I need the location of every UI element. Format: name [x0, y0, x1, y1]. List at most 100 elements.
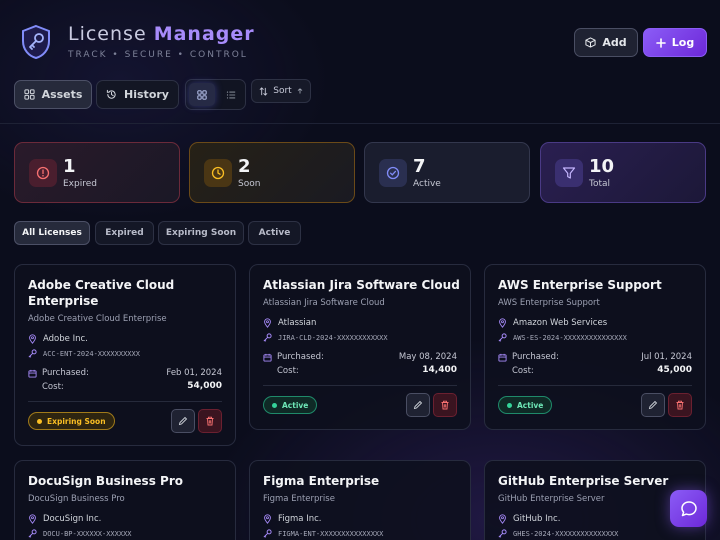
- license-key: JIRA-CLD-2024-XXXXXXXXXXXX: [263, 333, 388, 342]
- license-key-value: AWS-ES-2024-XXXXXXXXXXXXXXX: [513, 333, 627, 342]
- trash-icon: [441, 400, 449, 410]
- status-badge: Active: [263, 396, 318, 414]
- stat-expired-label: Expired: [63, 179, 97, 189]
- shield-key-icon: [22, 24, 50, 60]
- clock-icon: [204, 159, 232, 187]
- license-vendor-name: Amazon Web Services: [513, 318, 608, 328]
- cost-value: 54,000: [187, 381, 222, 391]
- location-pin-icon: [29, 514, 36, 524]
- license-card[interactable]: DocuSign Business Pro DocuSign Business …: [14, 460, 236, 540]
- edit-button[interactable]: [171, 409, 195, 433]
- tab-assets[interactable]: Assets: [14, 80, 92, 109]
- chat-bubble-icon: [680, 500, 697, 516]
- stat-active-value: 7: [413, 156, 426, 177]
- license-key-value: DOCU-BP-XXXXXX-XXXXXX: [43, 529, 132, 538]
- edit-button[interactable]: [641, 393, 665, 417]
- license-title: AWS Enterprise Support: [498, 278, 662, 292]
- calendar-icon: [28, 369, 37, 378]
- license-card[interactable]: Adobe Creative Cloud Enterprise Adobe Cr…: [14, 264, 236, 446]
- key-icon: [263, 529, 272, 538]
- license-key-value: GHES-2024-XXXXXXXXXXXXXXX: [513, 529, 619, 538]
- filter-all-licenses[interactable]: All Licenses: [14, 221, 90, 245]
- list-view-button[interactable]: [218, 83, 244, 106]
- list-icon: [226, 91, 236, 98]
- box-icon: [585, 37, 596, 48]
- sort-icon: [259, 86, 268, 96]
- tab-history[interactable]: History: [96, 80, 179, 109]
- status-badge: Expiring Soon: [28, 412, 115, 430]
- arrow-up-icon: [297, 88, 303, 94]
- key-icon: [263, 333, 272, 342]
- plus-icon: [655, 37, 666, 48]
- trash-icon: [206, 416, 214, 426]
- license-key: FIGMA-ENT-XXXXXXXXXXXXXXX: [263, 529, 383, 538]
- pencil-icon: [413, 400, 423, 410]
- license-vendor: GitHub Inc.: [498, 514, 560, 524]
- log-button[interactable]: Log: [643, 28, 707, 57]
- license-card[interactable]: Atlassian Jira Software Cloud Atlassian …: [249, 264, 471, 430]
- license-title: Atlassian Jira Software Cloud: [263, 278, 460, 292]
- license-vendor-name: Figma Inc.: [278, 514, 322, 524]
- filter-expiring-soon[interactable]: Expiring Soon: [158, 221, 244, 245]
- stat-card-active[interactable]: 7 Active: [364, 142, 530, 203]
- stat-total-label: Total: [589, 179, 611, 189]
- stat-total-value: 10: [589, 156, 615, 177]
- stat-soon-label: Soon: [238, 179, 261, 189]
- license-vendor-name: GitHub Inc.: [513, 514, 561, 524]
- stat-card-soon[interactable]: 2 Soon: [189, 142, 355, 203]
- license-title: GitHub Enterprise Server: [498, 474, 669, 488]
- delete-button[interactable]: [668, 393, 692, 417]
- app-tagline: TRACK • SECURE • CONTROL: [68, 50, 248, 60]
- purchased-label: Purchased:: [512, 352, 559, 362]
- trash-icon: [676, 400, 684, 410]
- purchased-date: Feb 01, 2024: [166, 368, 222, 378]
- license-key-value: ACC-ENT-2024-XXXXXXXXXX: [43, 349, 140, 358]
- pencil-icon: [648, 400, 658, 410]
- edit-button[interactable]: [406, 393, 430, 417]
- sort-button-label: Sort: [273, 86, 292, 96]
- location-pin-icon: [264, 514, 271, 524]
- license-key: AWS-ES-2024-XXXXXXXXXXXXXXX: [498, 333, 627, 342]
- log-button-label: Log: [671, 36, 695, 49]
- license-key-value: FIGMA-ENT-XXXXXXXXXXXXXXX: [278, 529, 384, 538]
- alert-circle-icon: [29, 159, 57, 187]
- history-icon: [106, 89, 116, 99]
- card-divider: [28, 401, 222, 402]
- purchased-label: Purchased:: [42, 368, 89, 378]
- delete-button[interactable]: [198, 409, 222, 433]
- cost-value: 14,400: [422, 365, 457, 375]
- license-subtitle: DocuSign Business Pro: [28, 494, 125, 504]
- license-vendor: Atlassian: [263, 318, 316, 328]
- purchased-label: Purchased:: [277, 352, 324, 362]
- license-key: DOCU-BP-XXXXXX-XXXXXX: [28, 529, 132, 538]
- license-card[interactable]: Figma Enterprise Figma Enterprise Figma …: [249, 460, 471, 540]
- status-badge-label: Expiring Soon: [47, 416, 106, 426]
- chat-button[interactable]: [670, 490, 707, 527]
- license-subtitle: GitHub Enterprise Server: [498, 494, 605, 504]
- add-button[interactable]: Add: [574, 28, 638, 57]
- license-vendor: Figma Inc.: [263, 514, 322, 524]
- view-toggle: [185, 79, 246, 110]
- license-key-value: JIRA-CLD-2024-XXXXXXXXXXXX: [278, 333, 388, 342]
- stat-card-total[interactable]: 10 Total: [540, 142, 706, 203]
- license-vendor-name: DocuSign Inc.: [43, 514, 102, 524]
- license-title: Figma Enterprise: [263, 474, 380, 488]
- sort-button[interactable]: Sort: [251, 79, 311, 103]
- tab-history-label: History: [124, 88, 169, 101]
- license-title: Adobe Creative Cloud Enterprise: [28, 278, 175, 308]
- pencil-icon: [178, 416, 188, 426]
- status-dot: [272, 402, 277, 408]
- key-icon: [498, 529, 507, 538]
- calendar-icon: [498, 353, 507, 362]
- stat-card-expired[interactable]: 1 Expired: [14, 142, 180, 203]
- grid-view-button[interactable]: [189, 83, 215, 106]
- filter-expired[interactable]: Expired: [95, 221, 154, 245]
- app-header: License Manager TRACK • SECURE • CONTROL…: [0, 0, 720, 124]
- license-subtitle: Atlassian Jira Software Cloud: [263, 298, 385, 308]
- stat-expired-value: 1: [63, 156, 76, 177]
- delete-button[interactable]: [433, 393, 457, 417]
- app-title: License Manager: [68, 23, 255, 45]
- filter-active[interactable]: Active: [248, 221, 301, 245]
- card-divider: [498, 385, 692, 386]
- license-card[interactable]: AWS Enterprise Support AWS Enterprise Su…: [484, 264, 706, 430]
